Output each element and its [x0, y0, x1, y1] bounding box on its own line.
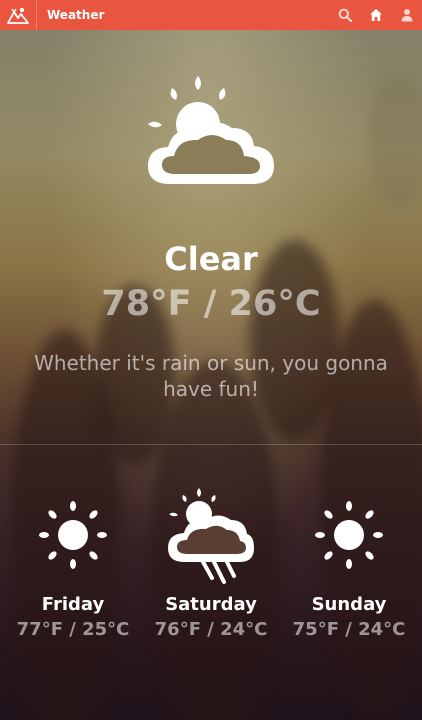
mountains-icon[interactable]	[0, 0, 37, 30]
tagline: Whether it's rain or sun, you gonna have…	[34, 351, 388, 401]
weather-app: Weather Clear 78°F / 26°C Whether it's r…	[0, 0, 422, 720]
forecast-day-friday[interactable]: Friday 77°F / 25°C	[3, 480, 143, 640]
sun-cloud-rain-icon	[168, 488, 254, 584]
forecast-day-temperature: 76°F / 24°C	[154, 619, 268, 640]
sun-cloud-icon	[148, 76, 274, 184]
search-button[interactable]	[329, 0, 360, 30]
forecast-day-name: Friday	[41, 594, 105, 615]
forecast-day-saturday[interactable]: Saturday 76°F / 24°C	[141, 480, 281, 640]
forecast-day-sunday[interactable]: Sunday 75°F / 24°C	[279, 480, 419, 640]
forecast-day-temperature: 77°F / 25°C	[16, 619, 130, 640]
forecast-day-temperature: 75°F / 24°C	[292, 619, 406, 640]
home-icon	[369, 9, 382, 21]
user-icon	[401, 9, 412, 22]
divider	[0, 444, 422, 445]
current-condition: Clear	[164, 240, 258, 278]
search-icon	[338, 8, 352, 22]
current-temperature: 78°F / 26°C	[101, 284, 321, 324]
home-button[interactable]	[360, 0, 391, 30]
forecast-day-name: Saturday	[165, 594, 257, 615]
top-bar: Weather	[0, 0, 422, 30]
forecast-day-name: Sunday	[311, 594, 387, 615]
app-title: Weather	[47, 8, 105, 22]
header-actions	[329, 0, 422, 30]
sun-icon	[39, 501, 107, 569]
user-button[interactable]	[391, 0, 422, 30]
sun-icon	[315, 501, 383, 569]
